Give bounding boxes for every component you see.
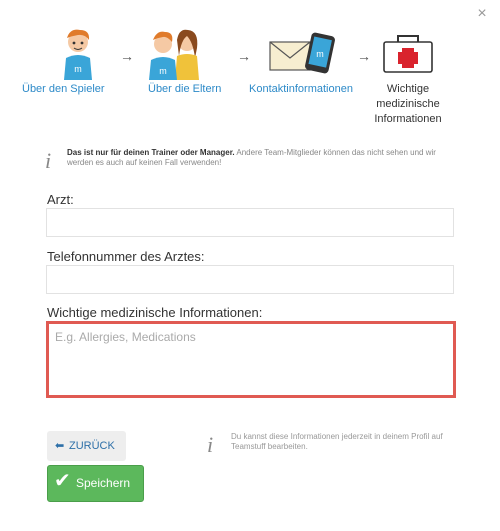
svg-text:m: m: [74, 64, 82, 74]
info-icon: i: [45, 148, 52, 173]
medical-kit-icon: [383, 35, 433, 73]
arrow-right-icon: →: [237, 48, 251, 64]
privacy-notice-text: Das ist nur für deinen Trainer oder Mana…: [67, 148, 436, 167]
phone-label: Telefonnummer des Arztes:: [47, 249, 205, 264]
parents-icon: m: [149, 29, 199, 80]
doctor-field[interactable]: [46, 208, 454, 237]
back-button[interactable]: ⬅ ZURÜCK: [47, 431, 126, 461]
info-icon: i: [207, 432, 214, 457]
step-label[interactable]: Über den Spieler: [22, 82, 105, 97]
svg-text:m: m: [316, 49, 324, 59]
arrow-left-icon: ⬅: [55, 440, 65, 452]
medical-info-label: Wichtige medizinische Informationen:: [47, 305, 263, 320]
step-label[interactable]: Kontaktinformationen: [249, 82, 353, 97]
svg-text:m: m: [159, 66, 167, 76]
arrow-right-icon: →: [357, 48, 371, 64]
doctor-label: Arzt:: [47, 192, 74, 207]
contact-icon: m: [269, 32, 335, 74]
step-label-medical[interactable]: Wichtige medizinische Informationen: [374, 82, 442, 127]
medical-info-textarea[interactable]: E.g. Allergies, Medications: [46, 321, 456, 398]
step-label[interactable]: Über die Eltern: [148, 82, 221, 97]
save-button[interactable]: ✔ Speichern: [47, 465, 144, 502]
checkmark-icon: ✔: [54, 470, 71, 493]
doctor-phone-field[interactable]: [46, 265, 454, 294]
wizard-steps: m Über den Spieler → m Über die Eltern →…: [22, 28, 470, 128]
arrow-right-icon: →: [120, 48, 134, 64]
player-icon: m: [64, 29, 92, 80]
close-icon[interactable]: ×: [474, 6, 490, 22]
edit-hint-text: Du kannst diese Informationen jederzeit …: [231, 432, 443, 451]
medical-info-placeholder: E.g. Allergies, Medications: [55, 330, 196, 344]
